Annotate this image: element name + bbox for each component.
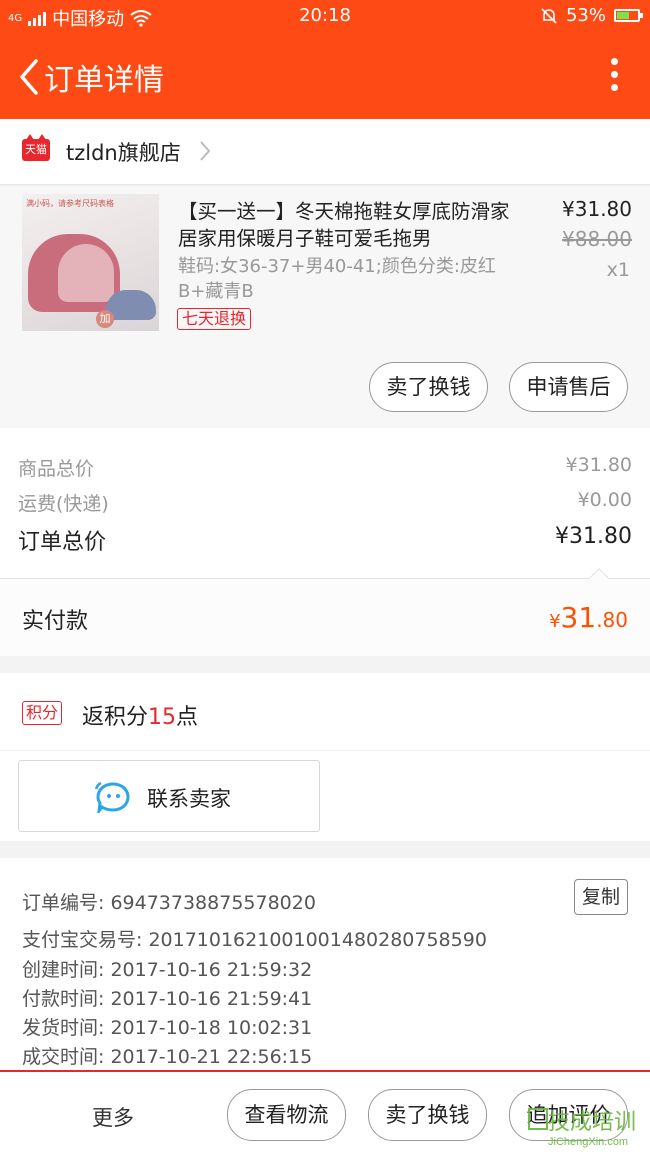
summary-row-total: 订单总价 ¥31.80 (18, 524, 632, 556)
mute-bell-icon (541, 7, 557, 24)
alipay-trade-number: 支付宝交易号: 2017101621001001480280758590 (22, 929, 487, 951)
price-summary: 商品总价 ¥31.80 运费(快递) ¥0.00 订单总价 ¥31.80 (0, 428, 650, 578)
page-title: 订单详情 (44, 63, 164, 98)
shop-name[interactable]: tzldn旗舰店 (66, 137, 181, 167)
points-row: 积分 返积分15点 (0, 673, 650, 751)
product-image[interactable]: 满小码，请参考尺码表格 加 (22, 194, 159, 331)
points-count: 15 (148, 705, 177, 730)
order-number: 订单编号: 69473738875578020 (22, 892, 316, 914)
watermark-text: 技成培训 (548, 1110, 637, 1135)
paid-label: 实付款 (22, 609, 89, 634)
summary-value: ¥0.00 (577, 489, 632, 511)
app-header: 订单详情 (0, 32, 650, 119)
copy-button[interactable]: 复制 (574, 879, 628, 915)
contact-section: 联系卖家 (0, 751, 650, 841)
thumb-tag: 满小码，请参考尺码表格 (26, 199, 114, 208)
summary-value: ¥31.80 (555, 524, 632, 549)
battery-level: 53% (565, 5, 606, 26)
status-bar: 4G 中国移动 20:18 53% (0, 0, 650, 32)
paid-amount: ¥31.80 (549, 601, 628, 634)
summary-label: 订单总价 (18, 530, 107, 555)
slipper-pink-shape (28, 234, 120, 312)
sell-button-bottom[interactable]: 卖了换钱 (368, 1089, 487, 1141)
points-text: 返积分15点 (82, 699, 198, 731)
after-sales-button[interactable]: 申请售后 (509, 362, 628, 412)
view-logistics-button[interactable]: 查看物流 (227, 1089, 346, 1141)
status-right: 53% (540, 5, 643, 26)
tmall-logo-icon: 天猫 (22, 134, 50, 161)
summary-label: 运费(快递) (18, 493, 109, 515)
paid-currency: ¥ (549, 611, 561, 632)
wangwang-chat-icon (95, 781, 130, 813)
thumb-add-badge: 加 (96, 310, 114, 328)
watermark-url: JiChengXin.com (548, 1136, 629, 1148)
points-suffix: 点 (176, 705, 199, 730)
chevron-right-icon (200, 141, 211, 161)
points-prefix: 返积分 (82, 705, 149, 730)
product-quantity: x1 (606, 259, 630, 281)
sell-button[interactable]: 卖了换钱 (369, 362, 488, 412)
product-title[interactable]: 【买一送一】冬天棉拖鞋女厚底防滑家居家用保暖月子鞋可爱毛拖男 (178, 198, 518, 252)
paid-amount-row: 实付款 ¥31.80 (0, 568, 650, 656)
product-spec: 鞋码:女36-37+男40-41;颜色分类:皮红B+藏青B (178, 256, 496, 302)
watermark: 技成培训 JiChengXin.com (528, 1104, 646, 1152)
more-button[interactable]: 更多 (92, 1102, 134, 1132)
shop-row[interactable]: 天猫 tzldn旗舰店 (0, 119, 650, 185)
contact-seller-label: 联系卖家 (147, 787, 231, 811)
created-time: 创建时间: 2017-10-16 21:59:32 (22, 959, 313, 981)
product-price: ¥31.80 (562, 197, 632, 221)
return-policy-badge: 七天退换 (177, 308, 252, 330)
summary-value: ¥31.80 (565, 454, 632, 476)
completed-time: 成交时间: 2017-10-21 22:56:15 (22, 1046, 313, 1068)
contact-seller-button[interactable]: 联系卖家 (18, 760, 320, 832)
more-menu-icon[interactable] (608, 58, 620, 94)
back-arrow-icon[interactable] (14, 57, 48, 97)
summary-row-shipping: 运费(快递) ¥0.00 (18, 489, 632, 516)
summary-label: 商品总价 (18, 458, 95, 480)
product-original-price: ¥88.00 (562, 227, 632, 251)
battery-icon (614, 9, 643, 22)
watermark-logo-icon (528, 1108, 548, 1130)
summary-row-goods: 商品总价 ¥31.80 (18, 454, 632, 481)
shipped-time: 发货时间: 2017-10-18 10:02:31 (22, 1017, 313, 1039)
paid-integer: 31 (560, 601, 597, 634)
paid-decimal: .80 (596, 608, 628, 632)
paid-time: 付款时间: 2017-10-16 21:59:41 (22, 988, 313, 1010)
points-badge: 积分 (22, 701, 63, 725)
order-info: 订单编号: 69473738875578020 复制 支付宝交易号: 20171… (0, 858, 650, 1070)
product-card[interactable]: 满小码，请参考尺码表格 加 【买一送一】冬天棉拖鞋女厚底防滑家居家用保暖月子鞋可… (0, 186, 650, 428)
